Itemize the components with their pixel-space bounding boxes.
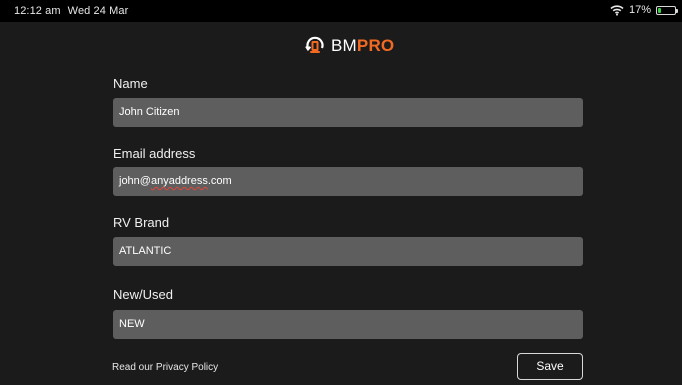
- name-label: Name: [113, 76, 148, 91]
- name-value: John Citizen: [119, 106, 180, 118]
- status-datetime: 12:12 am Wed 24 Mar: [14, 5, 135, 17]
- logo-bm-text: BM: [331, 36, 357, 55]
- email-value-misspelled: anyaddress: [150, 175, 208, 187]
- email-value-prefix: john@: [119, 175, 151, 187]
- new-used-field[interactable]: NEW: [113, 310, 583, 339]
- battery-icon: [656, 5, 678, 15]
- battery-percent: 17%: [628, 4, 651, 16]
- name-field[interactable]: John Citizen: [113, 98, 583, 127]
- save-button[interactable]: Save: [517, 353, 583, 380]
- new-used-label: New/Used: [113, 287, 173, 302]
- logo-pro-text: PRO: [356, 36, 395, 55]
- rv-brand-field[interactable]: ATLANTIC: [113, 237, 583, 266]
- status-date: Wed 24 Mar: [67, 5, 129, 17]
- rv-brand-value: ATLANTIC: [119, 245, 172, 257]
- profile-form: Name John Citizen Email address john@any…: [0, 68, 682, 385]
- rv-brand-label: RV Brand: [113, 215, 170, 230]
- new-used-value: NEW: [119, 318, 145, 330]
- battery-fill: [658, 7, 661, 13]
- app-window: 12:12 am Wed 24 Mar 17% BMPRO Name John …: [0, 0, 682, 385]
- email-label: Email address: [113, 146, 196, 161]
- battery-cap: [676, 8, 678, 13]
- bmpro-logo: BMPRO: [304, 35, 394, 57]
- email-value-suffix: .com: [207, 175, 232, 187]
- privacy-policy-link[interactable]: Read our Privacy Policy: [112, 362, 218, 373]
- logo-wordmark: BMPRO: [331, 36, 394, 56]
- status-indicators: 17%: [610, 4, 678, 16]
- bmpro-logo-icon: [305, 36, 324, 53]
- status-time: 12:12 am: [14, 5, 61, 17]
- status-bar: 12:12 am Wed 24 Mar 17%: [0, 0, 682, 22]
- email-field[interactable]: john@anyaddress.com: [113, 167, 583, 196]
- app-header: BMPRO: [0, 22, 682, 68]
- wifi-icon: [610, 5, 624, 16]
